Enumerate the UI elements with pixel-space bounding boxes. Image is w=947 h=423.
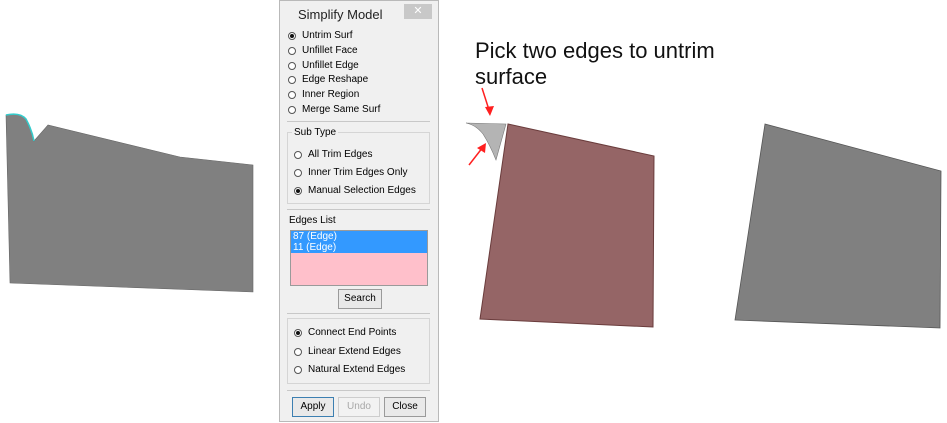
dialog-title: Simplify Model (298, 7, 383, 22)
instruction-line-1: Pick two edges to untrim (475, 38, 715, 63)
mode-merge-same-surf[interactable]: Merge Same Surf (288, 103, 380, 116)
mode-inner-region[interactable]: Inner Region (288, 88, 359, 101)
subtype-manual-selection-edges[interactable]: Manual Selection Edges (294, 184, 416, 197)
radio-icon (288, 90, 296, 99)
mode-edge-reshape[interactable]: Edge Reshape (288, 73, 368, 86)
pointer-arrowhead-lower (477, 143, 486, 153)
extend-connect-end-points[interactable]: Connect End Points (294, 326, 396, 339)
divider (287, 313, 430, 314)
radio-icon (288, 46, 296, 55)
divider (287, 390, 430, 391)
mode-untrim-surf[interactable]: Untrim Surf (288, 29, 353, 42)
list-item[interactable]: 11 (Edge) (291, 242, 427, 253)
edges-listbox[interactable]: 87 (Edge) 11 (Edge) (290, 230, 428, 286)
divider (287, 121, 430, 122)
radio-icon (294, 365, 302, 374)
list-item[interactable]: 87 (Edge) (291, 231, 427, 242)
simplify-model-dialog: Simplify Model ✕ Untrim Surf Unfillet Fa… (279, 0, 439, 422)
radio-icon (288, 75, 296, 84)
radio-icon (288, 61, 296, 70)
subtype-all-trim-edges[interactable]: All Trim Edges (294, 148, 372, 161)
subtype-inner-trim-edges-only[interactable]: Inner Trim Edges Only (294, 166, 407, 179)
trim-corner-region[interactable] (465, 122, 507, 161)
divider (287, 209, 430, 210)
sub-type-title: Sub Type (292, 127, 339, 138)
edges-list-title: Edges List (289, 215, 336, 226)
viewport[interactable] (0, 0, 947, 423)
radio-icon (294, 347, 302, 356)
instruction-annotation: Pick two edges to untrim surface (475, 38, 715, 90)
close-icon[interactable]: ✕ (404, 4, 432, 19)
mode-unfillet-edge[interactable]: Unfillet Edge (288, 59, 359, 72)
trimmed-surface-left[interactable] (5, 113, 254, 293)
extend-linear-extend-edges[interactable]: Linear Extend Edges (294, 345, 401, 358)
untrimmed-surface-right[interactable] (734, 123, 942, 329)
selected-surface-middle[interactable] (479, 123, 655, 328)
radio-icon (288, 31, 296, 40)
close-button[interactable]: Close (384, 397, 426, 417)
instruction-line-2: surface (475, 64, 548, 89)
radio-icon (294, 168, 302, 177)
radio-icon (294, 150, 302, 159)
apply-button[interactable]: Apply (292, 397, 334, 417)
radio-icon (288, 105, 296, 114)
undo-button[interactable]: Undo (338, 397, 380, 417)
radio-icon (294, 328, 302, 337)
pointer-arrowhead-upper (485, 106, 494, 116)
extend-natural-extend-edges[interactable]: Natural Extend Edges (294, 363, 405, 376)
search-button[interactable]: Search (338, 289, 382, 309)
mode-unfillet-face[interactable]: Unfillet Face (288, 44, 358, 57)
radio-icon (294, 186, 302, 195)
dialog-titlebar[interactable]: Simplify Model ✕ (280, 1, 438, 26)
